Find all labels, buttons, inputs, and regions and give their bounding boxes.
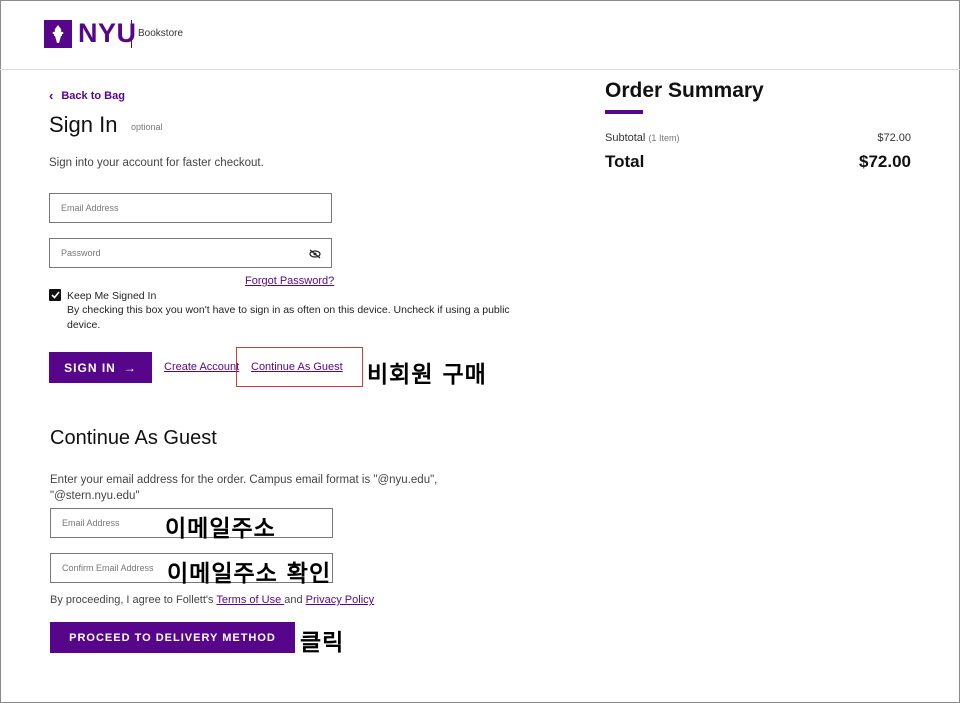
- bookstore-label: Bookstore: [138, 28, 184, 39]
- checkmark-icon: [50, 291, 60, 299]
- signin-email-input[interactable]: Email Address: [49, 193, 332, 223]
- logo-divider: [131, 20, 132, 48]
- optional-label: optional: [131, 122, 163, 132]
- subtotal-value: $72.00: [877, 132, 911, 144]
- create-account-link[interactable]: Create Account: [164, 361, 239, 373]
- terms-of-use-link[interactable]: Terms of Use: [216, 594, 284, 606]
- subtotal-label: Subtotal (1 Item): [605, 132, 679, 144]
- sign-in-title: Sign In: [49, 112, 118, 137]
- nyu-torch-logo-icon[interactable]: [44, 20, 72, 48]
- subtotal-text: Subtotal: [605, 132, 646, 144]
- nyu-logo-text[interactable]: NYU: [78, 18, 137, 49]
- sign-in-button[interactable]: SIGN IN →: [49, 352, 152, 383]
- total-label: Total: [605, 152, 645, 171]
- signin-password-placeholder: Password: [61, 248, 101, 258]
- total-value: $72.00: [859, 152, 911, 171]
- agreement-text: By proceeding, I agree to Follett's Term…: [50, 594, 374, 606]
- forgot-password-link[interactable]: Forgot Password?: [245, 275, 334, 287]
- guest-purchase-annotation: 비회원 구매: [367, 362, 487, 388]
- click-annotation: 클릭: [300, 630, 345, 656]
- guest-confirm-email-placeholder: Confirm Email Address: [62, 563, 154, 573]
- subtotal-item-count: (1 Item): [648, 133, 680, 143]
- keep-signed-in-description: By checking this box you won't have to s…: [67, 304, 510, 331]
- sign-in-button-label: SIGN IN: [64, 360, 116, 375]
- back-to-bag-link[interactable]: ‹ Back to Bag: [49, 88, 125, 103]
- arrow-right-icon: →: [123, 360, 137, 375]
- confirm-email-annotation: 이메일주소 확인: [167, 561, 332, 587]
- keep-signed-in-label: Keep Me Signed In: [67, 290, 157, 302]
- signin-password-input[interactable]: Password: [49, 238, 332, 268]
- proceed-to-delivery-button[interactable]: PROCEED TO DELIVERY METHOD: [50, 622, 295, 653]
- privacy-policy-link[interactable]: Privacy Policy: [306, 594, 374, 606]
- continue-as-guest-title: Continue As Guest: [50, 427, 217, 449]
- agreement-and: and: [284, 594, 306, 606]
- order-summary-title: Order Summary: [605, 79, 764, 102]
- guest-email-placeholder: Email Address: [62, 518, 120, 528]
- keep-signed-in-checkbox[interactable]: [49, 289, 61, 301]
- sign-in-description: Sign into your account for faster checko…: [49, 157, 264, 169]
- continue-as-guest-link[interactable]: Continue As Guest: [251, 361, 343, 373]
- site-header: NYU Bookstore: [0, 0, 960, 70]
- chevron-left-icon: ‹: [49, 88, 54, 103]
- guest-email-description: Enter your email address for the order. …: [50, 474, 438, 502]
- back-to-bag-label: Back to Bag: [61, 89, 125, 102]
- signin-email-placeholder: Email Address: [61, 203, 119, 213]
- email-annotation: 이메일주소: [165, 516, 276, 542]
- eye-hidden-icon[interactable]: [309, 249, 321, 259]
- order-summary-underline: [605, 110, 643, 114]
- agreement-prefix: By proceeding, I agree to Follett's: [50, 594, 217, 606]
